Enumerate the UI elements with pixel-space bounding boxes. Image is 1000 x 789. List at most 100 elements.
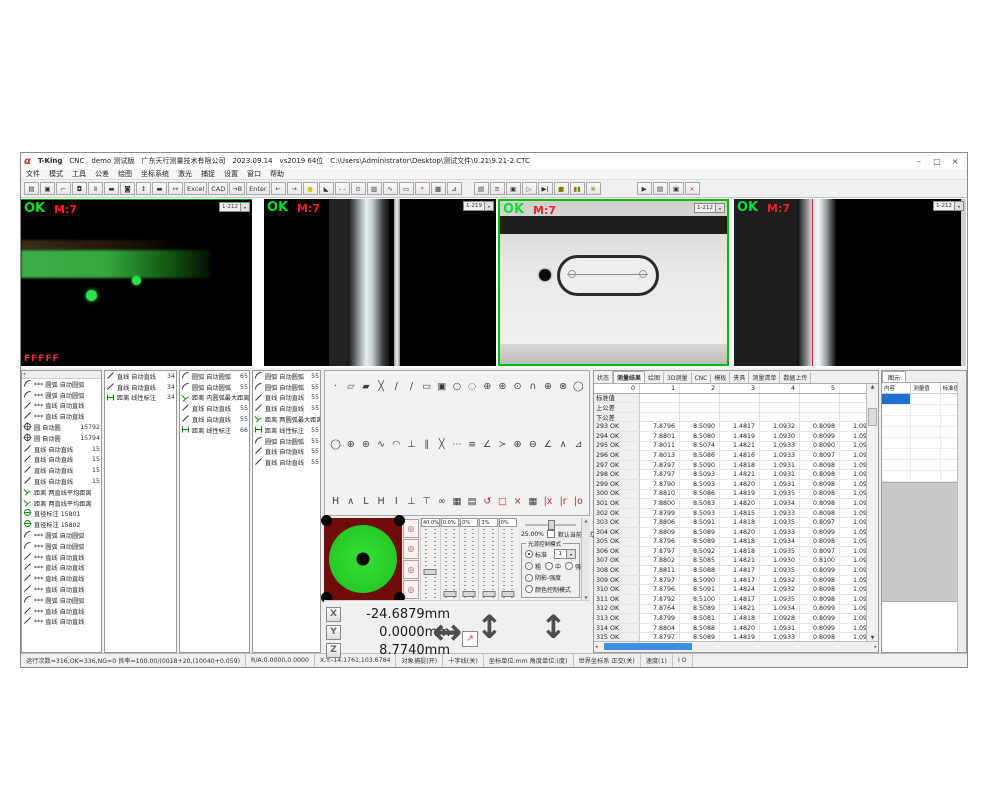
dash-button[interactable]: - - <box>335 182 350 195</box>
light-slider-5[interactable]: 0% <box>498 518 517 600</box>
menu-文件[interactable]: 文件 <box>26 169 40 179</box>
radio-icon[interactable] <box>525 574 533 582</box>
tool-curve-icon[interactable]: ∿ <box>374 437 389 452</box>
table-row[interactable]: 299 OK7.87908.50931.48201.09310.80981.09… <box>594 480 866 490</box>
open2-button[interactable]: ▣ <box>669 182 684 195</box>
tool-distance-angle-icon[interactable]: ∧ <box>343 494 358 509</box>
save3-button[interactable]: ▤ <box>653 182 668 195</box>
tab-数据上传[interactable]: 数据上传 <box>780 372 811 383</box>
radio-阴影-强度[interactable]: 阴影-强度 <box>525 573 561 582</box>
camera-id-selector[interactable]: 1-212▾ <box>933 201 964 211</box>
maximize-button[interactable]: □ <box>928 157 946 166</box>
table-row[interactable]: 308 OK7.88118.50881.48171.09350.80991.09… <box>594 566 866 576</box>
save2-button[interactable]: ▤ <box>474 182 489 195</box>
probe2-button[interactable]: ◙ <box>120 182 135 195</box>
dropdown-icon[interactable]: ▾ <box>566 550 575 558</box>
tools-button[interactable]: ※ <box>586 182 601 195</box>
element-row[interactable] <box>882 449 966 460</box>
menu-工具[interactable]: 工具 <box>72 169 86 179</box>
save-button[interactable]: ▤ <box>24 182 39 195</box>
axis-Y-button[interactable]: Y <box>326 625 341 640</box>
tolerance-row[interactable]: 下公差 <box>594 413 866 423</box>
list-item[interactable]: 直线 自动直线55 <box>180 414 249 425</box>
slider-track[interactable] <box>483 529 493 598</box>
table-row[interactable]: 303 OK7.88068.50911.48181.09350.80971.09… <box>594 518 866 528</box>
tab-测量清单[interactable]: 测量清单 <box>749 372 780 383</box>
list-item[interactable]: 距离 线性标注55 <box>253 425 320 436</box>
dropdown-icon[interactable]: ▾ <box>484 202 493 210</box>
tool-flag-filled-icon[interactable]: ▰ <box>358 379 373 394</box>
list-item[interactable]: *** 直线 自动直线 <box>22 401 101 412</box>
edge-tool-button[interactable]: ⌐ <box>56 182 71 195</box>
jog-horizontal-icon[interactable]: ↔ <box>432 615 462 651</box>
table-row[interactable]: 311 OK7.87928.51001.48171.09350.80981.09… <box>594 595 866 605</box>
dither-button[interactable]: ▨ <box>367 182 382 195</box>
tool-datum-icon[interactable]: L <box>358 494 373 509</box>
tool-arc-scan-icon[interactable]: ⊗ <box>556 379 571 394</box>
wave-button[interactable]: ∿ <box>383 182 398 195</box>
slider-thumb[interactable] <box>482 591 495 597</box>
table-row[interactable]: 314 OK7.88048.50881.48201.09310.80991.09… <box>594 624 866 634</box>
light-button[interactable]: ● <box>303 182 318 195</box>
list-item[interactable]: 距离 两直线平均距离 <box>22 487 101 498</box>
stage2-button[interactable]: ▬ <box>152 182 167 195</box>
tool-cross-lines-icon[interactable]: ╳ <box>434 437 449 452</box>
element-row[interactable] <box>882 427 966 438</box>
tool-slot-icon[interactable]: ⊖ <box>525 437 540 452</box>
run-button[interactable]: ▶ <box>637 182 652 195</box>
dropdown-icon[interactable]: ▾ <box>240 203 249 211</box>
enter-button[interactable]: Enter <box>246 182 269 195</box>
element-row[interactable] <box>882 471 966 482</box>
menu-窗口[interactable]: 窗口 <box>247 169 261 179</box>
scroll-right-icon[interactable]: ▸ <box>874 644 877 650</box>
tool-circle-icon[interactable]: ○ <box>449 379 464 394</box>
list-item[interactable]: 圆弧 自动圆弧55 <box>253 371 320 382</box>
results-vscrollbar[interactable]: ▲ ▼ <box>866 384 878 641</box>
menu-帮助[interactable]: 帮助 <box>270 169 284 179</box>
tab-绘图[interactable]: 绘图 <box>645 372 664 383</box>
minimize-button[interactable]: – <box>910 157 928 166</box>
light-slider-3[interactable]: 0% <box>459 518 478 600</box>
tool-circle-line-icon[interactable]: ⊕ <box>510 437 525 452</box>
print-button[interactable]: ≡ <box>490 182 505 195</box>
tool-vertex-icon[interactable]: ≻ <box>495 437 510 452</box>
tool-circle-dense-icon[interactable]: ⊛ <box>358 437 373 452</box>
list-item[interactable]: *** 圆弧 自动圆弧 <box>22 390 101 401</box>
mode-select[interactable]: 1▾ <box>554 549 577 559</box>
profile-button[interactable]: ◣ <box>319 182 334 195</box>
scroll-thumb[interactable] <box>604 643 692 650</box>
tool-delete-icon[interactable]: × <box>510 494 525 509</box>
slider-thumb[interactable] <box>463 591 476 597</box>
list-item[interactable]: 直线 自动直线15 <box>22 444 101 455</box>
slider-track[interactable] <box>464 529 474 598</box>
tolerance-row[interactable]: 上公差 <box>594 403 866 413</box>
radio-icon[interactable] <box>525 562 533 570</box>
slider-thumb[interactable] <box>424 569 437 575</box>
table-row[interactable]: 309 OK7.87978.50901.48171.09320.80981.09… <box>594 576 866 586</box>
radio-icon[interactable] <box>545 562 553 570</box>
dropdown-icon[interactable]: ▾ <box>954 202 963 210</box>
slider-thumb[interactable] <box>501 591 514 597</box>
ring-segment-button-2-icon[interactable]: ◎ <box>403 539 419 558</box>
list-item[interactable]: 圆弧 自动圆弧65 <box>180 371 249 382</box>
table-row[interactable]: 310 OK7.87968.50911.48241.09320.80981.09… <box>594 585 866 595</box>
dropdown-icon[interactable]: ▾ <box>715 204 724 212</box>
element-panel-scrollbar[interactable] <box>957 382 966 652</box>
list-item[interactable]: 圆弧 自动圆弧55 <box>180 382 249 393</box>
list-item[interactable]: 直线 自动直线34 <box>105 382 176 393</box>
step-move-button[interactable]: ↦ <box>168 182 183 195</box>
grid-button[interactable]: ▩ <box>431 182 446 195</box>
scroll-up-icon[interactable]: ▲ <box>867 384 878 390</box>
slider-track[interactable] <box>425 529 436 598</box>
menu-坐标系统[interactable]: 坐标系统 <box>141 169 169 179</box>
table-row[interactable]: 301 OK7.88008.50831.48201.09340.80981.09… <box>594 499 866 509</box>
cad-export-button[interactable]: CAD <box>208 182 228 195</box>
tool-right-angle-icon[interactable]: ⊿ <box>571 437 586 452</box>
tool-region-select-icon[interactable]: □ <box>495 494 510 509</box>
tool-rect-matrix-icon[interactable]: ▣ <box>434 379 449 394</box>
pillar-button[interactable]: Ⅱ <box>88 182 103 195</box>
probe-button[interactable]: ◘ <box>72 182 87 195</box>
tool-continuous-icon[interactable]: ∞ <box>434 494 449 509</box>
light-slider-1[interactable]: 40.0% <box>420 518 440 600</box>
list-item[interactable]: 直线 自动直线15 <box>22 465 101 476</box>
